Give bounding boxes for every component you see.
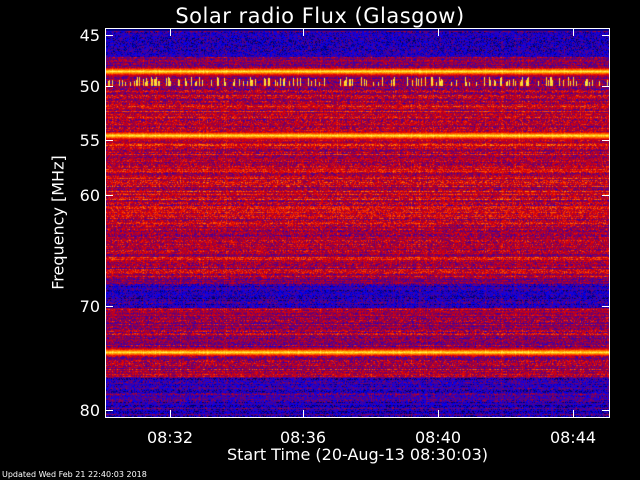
tick-mark — [602, 35, 610, 36]
tick-mark — [602, 306, 610, 307]
tick-mark — [573, 28, 574, 36]
tick-mark — [602, 86, 610, 87]
tick-mark — [105, 86, 113, 87]
y-tick-label: 45 — [79, 26, 100, 45]
plot-frame — [105, 28, 610, 418]
tick-mark — [170, 410, 171, 418]
y-tick-label: 50 — [79, 77, 100, 96]
y-tick-label: 80 — [79, 401, 100, 420]
tick-mark — [602, 140, 610, 141]
tick-mark — [105, 35, 113, 36]
tick-mark — [170, 28, 171, 36]
tick-mark — [105, 306, 113, 307]
tick-mark — [573, 410, 574, 418]
y-tick-label: 60 — [79, 186, 100, 205]
updated-timestamp: Updated Wed Feb 21 22:40:03 2018 — [2, 470, 147, 479]
y-axis-label: Frequency [MHz] — [48, 155, 68, 290]
tick-mark — [105, 195, 113, 196]
tick-mark — [438, 410, 439, 418]
tick-mark — [105, 410, 113, 411]
tick-mark — [303, 410, 304, 418]
tick-mark — [303, 28, 304, 36]
x-axis-label: Start Time (20-Aug-13 08:30:03) — [227, 445, 488, 464]
tick-mark — [438, 28, 439, 36]
tick-mark — [602, 410, 610, 411]
tick-mark — [602, 195, 610, 196]
y-tick-label: 55 — [79, 131, 100, 150]
tick-mark — [105, 140, 113, 141]
y-tick-label: 70 — [79, 297, 100, 316]
chart-title: Solar radio Flux (Glasgow) — [175, 4, 465, 28]
